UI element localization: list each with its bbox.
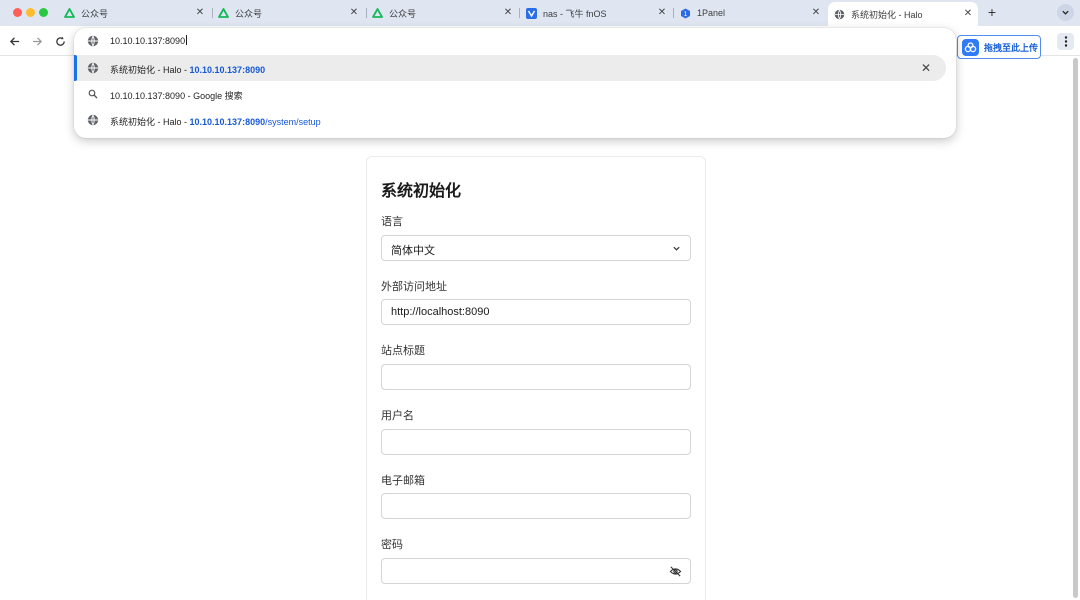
suggestion-title: 10.10.10.137:8090 - Google 搜索 [110,91,243,101]
close-icon[interactable]: ✕ [348,7,360,19]
suggestion-0[interactable]: 系统初始化 - Halo - 10.10.10.137:8090 ✕ [74,55,946,81]
text-caret [186,35,188,45]
page-scrollbar[interactable] [1071,56,1080,600]
globe-icon [87,62,99,74]
external-url-label: 外部访问地址 [381,281,447,293]
wechat-public-icon [64,7,75,19]
email-label: 电子邮箱 [381,475,425,487]
wechat-public-icon [372,7,383,19]
arrow-right-icon [32,36,42,46]
username-label: 用户名 [381,410,414,422]
fnos-icon [526,7,537,19]
back-button[interactable] [7,34,21,48]
site-title-input[interactable] [381,364,691,390]
suggestion-title: 系统初始化 - Halo - [110,65,190,75]
remove-suggestion-icon[interactable]: ✕ [920,62,932,74]
reload-button[interactable] [53,34,67,48]
wechat-public-icon [218,7,229,19]
reload-icon [55,36,65,46]
tab-3[interactable]: nas - 飞牛 fnOS ✕ [526,3,668,23]
external-url-value: http://localhost:8090 [391,306,490,318]
omnibox-dropdown: 10.10.10.137:8090 系统初始化 - Halo - 10.10.1… [74,28,956,138]
more-vertical-icon [1064,36,1067,47]
close-icon[interactable]: ✕ [810,7,822,19]
address-bar[interactable]: 10.10.10.137:8090 [74,28,956,54]
globe-icon [87,35,99,47]
email-input[interactable] [381,493,691,519]
tab-5-active[interactable]: 系统初始化 - Halo ✕ [828,2,978,26]
minimize-window-button[interactable] [26,8,35,17]
tab-title: 1Panel [697,8,726,18]
chevron-down-icon [673,246,680,251]
new-tab-button[interactable]: + [985,4,999,20]
tab-title: 系统初始化 - Halo [851,9,923,20]
password-input[interactable] [381,558,691,584]
scrollbar-thumb[interactable] [1073,58,1078,598]
suggestion-1[interactable]: 10.10.10.137:8090 - Google 搜索 [74,81,946,107]
tab-title: 公众号 [81,8,109,19]
tab-0[interactable]: 公众号 ✕ [64,3,206,23]
suggestion-host: 10.10.10.137:8090 [189,117,266,127]
eye-off-icon[interactable] [669,565,682,578]
tab-separator [519,8,520,18]
globe-icon [834,9,845,20]
suggestion-path: /system/setup [265,117,321,127]
username-input[interactable] [381,429,691,455]
setup-form-card: 系统初始化 语言 简体中文 外部访问地址 http://localhost:80… [366,156,706,600]
search-icon [87,88,99,100]
tab-title: nas - 飞牛 fnOS [543,8,607,19]
language-value: 简体中文 [391,245,435,257]
arrow-left-icon [9,36,19,46]
password-label: 密码 [381,539,403,551]
zoom-window-button[interactable] [39,8,48,17]
language-label: 语言 [381,216,403,228]
language-select[interactable]: 简体中文 [381,235,691,261]
page-title: 系统初始化 [381,183,462,200]
suggestion-title: 系统初始化 - Halo - [110,117,190,127]
tab-separator [366,8,367,18]
address-text: 10.10.10.137:8090 [110,36,186,46]
globe-icon [87,114,99,126]
1panel-icon: 1 [680,8,691,19]
tab-4[interactable]: 1 1Panel ✕ [680,3,822,23]
extension-label: 拖拽至此上传 [984,42,1039,53]
forward-button[interactable] [30,34,44,48]
external-url-input[interactable]: http://localhost:8090 [381,299,691,325]
close-icon[interactable]: ✕ [656,7,668,19]
tab-title: 公众号 [235,8,263,19]
tab-separator [673,8,674,18]
selection-indicator [74,55,77,81]
suggestion-2[interactable]: 系统初始化 - Halo - 10.10.10.137:8090/system/… [74,107,946,133]
tab-search-button[interactable] [1057,4,1074,21]
tab-1[interactable]: 公众号 ✕ [218,3,360,23]
site-title-label: 站点标题 [381,345,425,357]
browser-menu-button[interactable] [1057,33,1074,50]
tab-2[interactable]: 公众号 ✕ [372,3,514,23]
svg-text:1: 1 [684,11,688,18]
tab-separator [212,8,213,18]
suggestion-host: 10.10.10.137:8090 [189,65,266,75]
tab-title: 公众号 [389,8,417,19]
cloud-icon [962,38,979,56]
close-icon[interactable]: ✕ [502,7,514,19]
close-icon[interactable]: ✕ [962,8,974,20]
chevron-down-icon [1062,10,1069,15]
baidu-upload-extension-button[interactable]: 拖拽至此上传 [957,35,1041,59]
close-icon[interactable]: ✕ [194,7,206,19]
close-window-button[interactable] [13,8,22,17]
tab-strip: 公众号 ✕ 公众号 ✕ 公众号 ✕ nas - 飞牛 fnOS ✕ 1 1Pan… [0,0,1080,26]
